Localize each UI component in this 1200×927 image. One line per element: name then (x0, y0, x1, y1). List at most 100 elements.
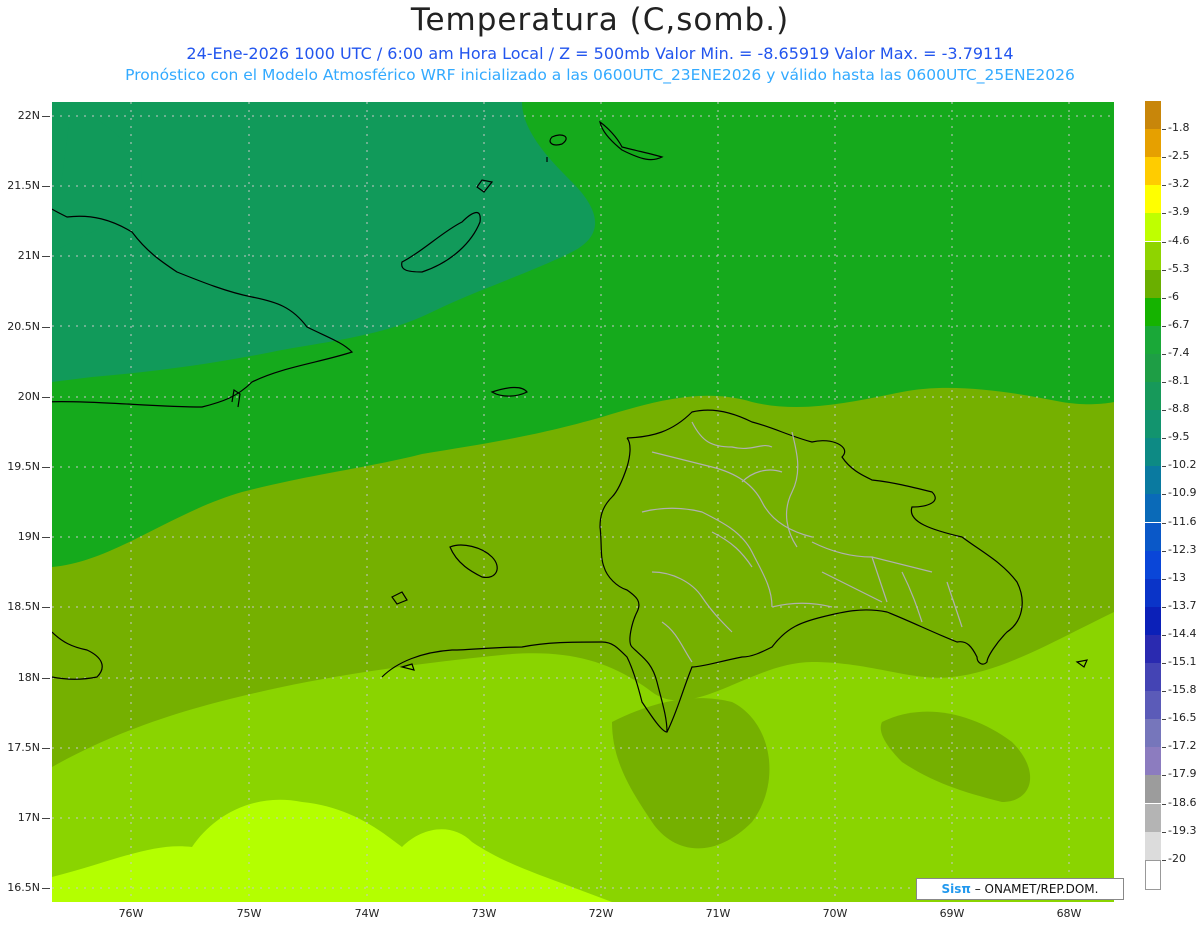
colorbar-tick (1162, 297, 1166, 299)
colorbar-label: -6 (1168, 289, 1179, 303)
lat-label: 21N (17, 249, 40, 262)
colorbar-label: -8.1 (1168, 374, 1190, 387)
colorbar-swatch (1145, 353, 1161, 383)
colorbar-tick (1162, 803, 1166, 805)
colorbar-swatch (1145, 550, 1161, 580)
colorbar-label: -10.2 (1168, 458, 1197, 472)
lat-tick (42, 397, 50, 398)
colorbar-swatch (1145, 185, 1161, 215)
colorbar-swatch (1145, 522, 1161, 552)
lat-tick (42, 678, 50, 679)
lat-tick (42, 537, 50, 538)
lon-label: 76W (118, 907, 144, 920)
lat-tick (42, 818, 50, 819)
lat-label: 16.5N (7, 881, 40, 894)
colorbar-tick (1162, 185, 1166, 187)
colorbar-label: -12.3 (1168, 542, 1197, 556)
colorbar-label: -17.9 (1168, 767, 1197, 781)
colorbar-tick (1162, 269, 1166, 271)
lat-tick (42, 116, 50, 117)
colorbar-swatch (1145, 578, 1161, 608)
colorbar-tick (1162, 859, 1166, 861)
lat-label: 20.5N (7, 320, 40, 333)
colorbar-tick (1162, 494, 1166, 496)
colorbar-swatch (1145, 241, 1161, 271)
colorbar-tick (1162, 129, 1166, 131)
colorbar-swatch (1145, 634, 1161, 664)
credit-box: Sisπ – ONAMET/REP.DOM. (916, 878, 1124, 900)
colorbar-label: -11.6 (1168, 514, 1197, 528)
colorbar-tick (1162, 691, 1166, 693)
colorbar-tick (1162, 466, 1166, 468)
lat-label: 20N (17, 390, 40, 403)
colorbar-swatch (1145, 747, 1161, 777)
colorbar-swatch (1145, 269, 1161, 299)
lat-tick (42, 186, 50, 187)
colorbar-tick (1162, 213, 1166, 215)
colorbar-swatch (1145, 859, 1161, 890)
colorbar-tick (1162, 353, 1166, 355)
colorbar-tick (1162, 606, 1166, 608)
colorbar-label: -20 (1168, 851, 1186, 865)
lat-label: 17.5N (7, 741, 40, 754)
colorbar-tick (1162, 382, 1166, 383)
colorbar-swatch (1145, 410, 1161, 440)
colorbar-label: -10.9 (1168, 486, 1197, 500)
colorbar-label: -3.2 (1168, 177, 1190, 191)
colorbar-swatch (1145, 438, 1161, 468)
colorbar-tick (1162, 719, 1166, 721)
colorbar-swatch (1145, 831, 1161, 861)
colorbar-label: -14.4 (1168, 626, 1197, 640)
colorbar-swatch (1145, 129, 1161, 159)
colorbar-label: -1.8 (1168, 121, 1190, 135)
lat-tick (42, 256, 50, 257)
colorbar-swatch (1145, 775, 1161, 805)
colorbar-label: -13 (1168, 570, 1186, 584)
sispi-logo: Sisπ (941, 882, 971, 896)
colorbar-label: -18.6 (1168, 795, 1197, 809)
model-info-subtitle: Pronóstico con el Modelo Atmosférico WRF… (125, 66, 1075, 84)
lon-label: 68W (1056, 907, 1082, 920)
map-title: Temperatura (C,somb.) (410, 2, 790, 38)
colorbar (1145, 101, 1161, 890)
temperature-map[interactable] (52, 102, 1114, 902)
lon-label: 75W (236, 907, 262, 920)
colorbar-swatch (1145, 803, 1161, 833)
colorbar-swatch (1145, 606, 1161, 636)
lat-tick (42, 467, 50, 468)
lat-label: 21.5N (7, 179, 40, 192)
colorbar-tick (1162, 410, 1166, 412)
colorbar-tick (1162, 241, 1166, 243)
lon-label: 71W (705, 907, 731, 920)
colorbar-label: -3.9 (1168, 205, 1190, 219)
colorbar-label: -7.4 (1168, 345, 1190, 359)
colorbar-tick (1162, 578, 1166, 580)
lon-label: 69W (939, 907, 965, 920)
lon-label: 70W (822, 907, 848, 920)
colorbar-swatch (1145, 157, 1161, 187)
colorbar-tick (1162, 775, 1166, 777)
lat-tick (42, 748, 50, 749)
lon-label: 73W (471, 907, 497, 920)
colorbar-label: -6.7 (1168, 317, 1190, 331)
colorbar-label: -15.1 (1168, 655, 1197, 668)
credit-text: – ONAMET/REP.DOM. (970, 882, 1099, 896)
lat-label: 17N (17, 811, 40, 824)
colorbar-tick (1162, 550, 1166, 552)
lat-label: 19.5N (7, 460, 40, 473)
colorbar-swatch (1145, 691, 1161, 721)
colorbar-label: -19.3 (1168, 823, 1197, 837)
colorbar-swatch (1145, 101, 1161, 130)
colorbar-tick (1162, 157, 1166, 159)
colorbar-tick (1162, 831, 1166, 833)
colorbar-label: -2.5 (1168, 149, 1190, 163)
lat-tick (42, 607, 50, 608)
colorbar-swatch (1145, 325, 1161, 355)
colorbar-label: -13.7 (1168, 598, 1197, 612)
colorbar-tick (1162, 325, 1166, 327)
colorbar-tick (1162, 663, 1166, 664)
lon-label: 72W (588, 907, 614, 920)
lon-label: 74W (354, 907, 380, 920)
colorbar-tick (1162, 747, 1166, 749)
valid-time-subtitle: 24-Ene-2026 1000 UTC / 6:00 am Hora Loca… (186, 44, 1014, 63)
